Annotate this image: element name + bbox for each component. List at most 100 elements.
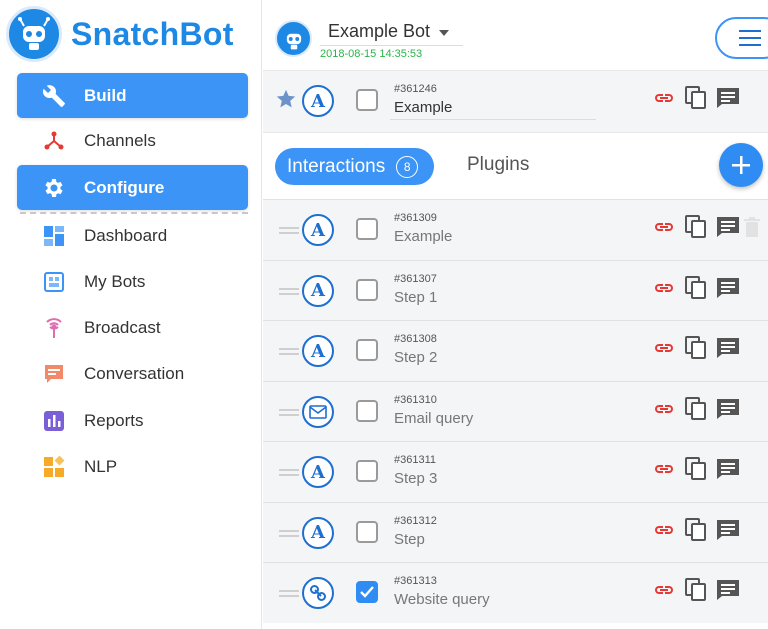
row-checkbox[interactable] xyxy=(356,460,378,482)
conversation-icon xyxy=(39,363,69,385)
link-icon[interactable] xyxy=(648,282,680,294)
row-checkbox[interactable] xyxy=(356,89,378,111)
trash-icon[interactable] xyxy=(744,217,760,242)
text-type-icon: A xyxy=(302,85,334,117)
start-interaction-row[interactable]: A #361246 Example xyxy=(263,70,768,132)
interaction-row[interactable]: A #361311 Step 3 xyxy=(263,441,768,502)
row-checkbox[interactable] xyxy=(356,278,378,301)
tab-interactions[interactable]: Interactions 8 xyxy=(275,148,434,185)
link-icon[interactable] xyxy=(648,92,680,104)
row-checkbox[interactable] xyxy=(356,218,378,240)
row-checkbox[interactable] xyxy=(356,399,378,422)
hamburger-icon xyxy=(739,30,761,46)
interaction-name[interactable]: Step xyxy=(394,531,425,548)
link-icon[interactable] xyxy=(648,524,680,536)
row-actions xyxy=(648,578,744,602)
link-icon[interactable] xyxy=(648,403,680,415)
row-checkbox[interactable] xyxy=(356,339,378,361)
row-checkbox[interactable] xyxy=(356,520,378,543)
copy-icon[interactable] xyxy=(680,275,712,300)
row-checkbox[interactable] xyxy=(356,581,378,603)
link-icon[interactable] xyxy=(648,463,680,475)
interaction-row[interactable]: A #361312 Step xyxy=(263,501,768,563)
sidebar-item-configure[interactable]: Configure xyxy=(17,165,248,210)
drag-handle-icon[interactable] xyxy=(279,408,299,416)
sidebar-item-reports[interactable]: Reports xyxy=(17,401,248,441)
broadcast-icon xyxy=(39,316,69,340)
interaction-row[interactable]: #361313 Website query xyxy=(263,562,768,623)
drag-handle-icon[interactable] xyxy=(279,469,299,476)
sidebar-item-label: My Bots xyxy=(84,272,146,291)
sidebar-item-broadcast[interactable]: Broadcast xyxy=(17,308,248,348)
drag-handle-icon[interactable] xyxy=(279,287,299,295)
add-interaction-button[interactable] xyxy=(719,143,763,187)
interaction-name[interactable]: Step 2 xyxy=(394,349,437,366)
sidebar-item-channels[interactable]: Channels xyxy=(17,121,248,161)
menu-button[interactable] xyxy=(715,17,768,59)
sidebar-item-dashboard[interactable]: Dashboard xyxy=(17,216,248,256)
copy-icon[interactable] xyxy=(680,457,712,481)
comment-icon[interactable] xyxy=(712,398,744,420)
interaction-name[interactable]: Step 1 xyxy=(394,289,437,306)
sidebar-item-label: NLP xyxy=(84,457,118,476)
brand[interactable]: SnatchBot xyxy=(6,6,234,62)
plus-icon xyxy=(732,156,750,174)
chevron-down-icon[interactable] xyxy=(439,30,449,36)
interaction-name[interactable]: Website query xyxy=(394,591,490,608)
comment-icon[interactable] xyxy=(712,579,744,601)
interaction-name[interactable]: Step 3 xyxy=(394,470,437,487)
copy-icon[interactable] xyxy=(680,396,712,421)
interaction-row[interactable]: A #361308 Step 2 xyxy=(263,320,768,381)
text-type-icon: A xyxy=(302,214,334,246)
sidebar-item-nlp[interactable]: NLP xyxy=(17,447,248,487)
dashboard-icon xyxy=(39,225,69,247)
comment-icon[interactable] xyxy=(712,337,744,359)
text-type-icon: A xyxy=(302,456,334,488)
copy-icon[interactable] xyxy=(680,215,712,239)
bot-timestamp: 2018-08-15 14:35:53 xyxy=(320,48,423,60)
sidebar-item-label: Reports xyxy=(84,411,144,430)
text-type-icon: A xyxy=(302,335,334,367)
comment-icon[interactable] xyxy=(712,277,744,299)
comment-icon[interactable] xyxy=(712,458,744,480)
comment-icon[interactable] xyxy=(712,216,744,238)
drag-handle-icon[interactable] xyxy=(279,529,299,537)
count-badge: 8 xyxy=(396,155,419,178)
interaction-id: #361309 xyxy=(394,212,437,224)
interaction-row[interactable]: A #361307 Step 1 xyxy=(263,259,768,321)
sidebar-item-conversation[interactable]: Conversation xyxy=(17,354,248,394)
interaction-id: #361246 xyxy=(394,83,437,95)
link-type-icon xyxy=(302,577,334,609)
row-actions xyxy=(648,86,744,110)
link-icon[interactable] xyxy=(648,584,680,596)
copy-icon[interactable] xyxy=(680,86,712,110)
wrench-icon xyxy=(39,84,69,108)
tabs-bar: Interactions 8 Plugins xyxy=(263,132,768,199)
comment-icon[interactable] xyxy=(712,87,744,109)
bots-icon xyxy=(39,271,69,293)
interaction-name[interactable]: Email query xyxy=(394,410,473,427)
comment-icon[interactable] xyxy=(712,519,744,541)
bot-selector[interactable]: Example Bot xyxy=(328,21,430,42)
copy-icon[interactable] xyxy=(680,578,712,602)
link-icon[interactable] xyxy=(648,342,680,354)
interaction-name[interactable]: Example xyxy=(394,228,452,245)
star-icon[interactable] xyxy=(275,88,297,110)
sidebar-item-build[interactable]: Build xyxy=(17,73,248,118)
drag-handle-icon[interactable] xyxy=(279,227,299,234)
top-bar: Example Bot 2018-08-15 14:35:53 xyxy=(263,0,768,70)
drag-handle-icon[interactable] xyxy=(279,348,299,355)
row-actions xyxy=(648,457,744,481)
nlp-icon xyxy=(39,456,69,478)
copy-icon[interactable] xyxy=(680,336,712,360)
sidebar-item-label: Configure xyxy=(84,177,165,197)
drag-handle-icon[interactable] xyxy=(279,590,299,597)
tab-plugins[interactable]: Plugins xyxy=(467,154,529,176)
sidebar-item-label: Build xyxy=(84,85,127,105)
sidebar-item-my-bots[interactable]: My Bots xyxy=(17,262,248,302)
link-icon[interactable] xyxy=(648,221,680,233)
interaction-row[interactable]: A #361309 Example xyxy=(263,199,768,260)
interaction-row[interactable]: #361310 Email query xyxy=(263,380,768,442)
copy-icon[interactable] xyxy=(680,517,712,542)
interaction-name[interactable]: Example xyxy=(394,99,452,116)
